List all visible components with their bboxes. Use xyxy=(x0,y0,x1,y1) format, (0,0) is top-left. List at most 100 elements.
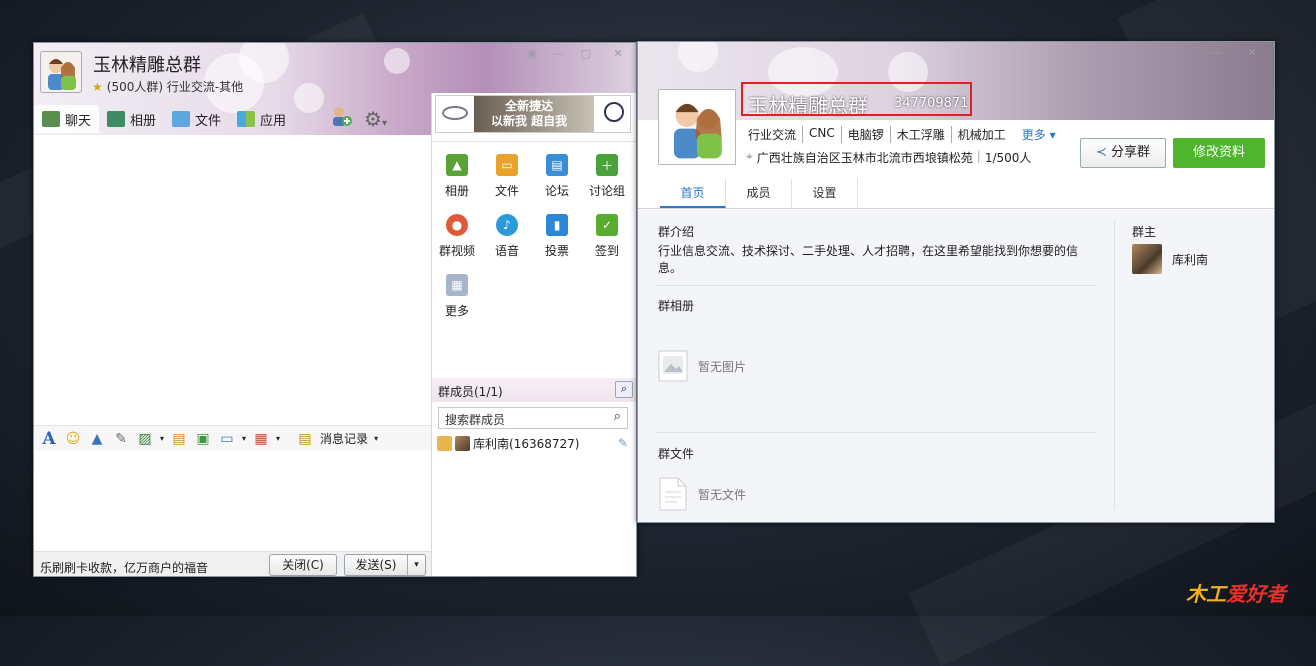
tab-album[interactable]: 相册 xyxy=(99,105,164,133)
shake-icon[interactable]: ▦ xyxy=(252,431,270,447)
app-checkin[interactable]: ✓ 签到 xyxy=(582,214,632,259)
minimize-button[interactable]: — xyxy=(1208,46,1224,60)
group-location: 广西壮族自治区玉林市北流市西埌镇松苑 xyxy=(756,151,973,165)
files-heading: 群文件 xyxy=(658,447,695,461)
share-icon: ≺ xyxy=(1095,145,1107,160)
app-voice[interactable]: ♪ 语音 xyxy=(482,214,532,259)
tab-files[interactable]: 文件 xyxy=(164,105,229,133)
chat-icon xyxy=(42,111,60,127)
edit-card-icon[interactable]: ✎ xyxy=(618,436,628,450)
owner-item[interactable]: 库利南 xyxy=(1132,244,1208,274)
tag-item: 电脑锣 xyxy=(842,126,891,143)
member-search-toggle-icon[interactable]: ⌕ xyxy=(615,381,633,398)
maximize-button[interactable]: ▢ xyxy=(578,47,594,61)
app-more[interactable]: ▦ 更多 xyxy=(432,274,482,319)
send-button[interactable]: 发送(S) ▾ xyxy=(344,554,426,576)
group-tags: 行业交流 CNC 电脑锣 木工浮雕 机械加工 更多 ▾ xyxy=(743,126,1056,143)
more-tags-label: 更多 xyxy=(1021,128,1046,142)
vw-logo xyxy=(604,102,624,122)
app-album-label: 相册 xyxy=(444,184,469,198)
screenshot-icon[interactable]: ▭ xyxy=(218,431,236,447)
profile-tabs: 首页 成员 设置 xyxy=(638,179,1274,209)
album-empty-state: 暂无图片 xyxy=(658,350,746,382)
banner-ad[interactable]: 全新捷达 以新我 超自我 xyxy=(435,95,631,133)
search-icon[interactable]: ⌕ xyxy=(614,409,621,424)
red-packet-icon[interactable]: ▣ xyxy=(194,431,212,447)
minimize-button[interactable]: — xyxy=(550,47,566,61)
tab-files-label: 文件 xyxy=(195,113,222,129)
app-forum[interactable]: ▤ 论坛 xyxy=(532,154,582,199)
close-button[interactable]: 关闭(C) xyxy=(269,554,337,576)
tab-members[interactable]: 成员 xyxy=(726,179,792,208)
picture-placeholder-icon xyxy=(658,350,688,382)
settings-gear-icon[interactable]: ⚙▾ xyxy=(364,107,387,131)
member-list-item[interactable]: 库利南(16368727) xyxy=(437,435,579,452)
video-app-icon: ● xyxy=(446,214,468,236)
ad-line2: 以新我 超自我 xyxy=(491,114,568,128)
app-vote[interactable]: ▮ 投票 xyxy=(532,214,582,259)
tab-chat-label: 聊天 xyxy=(65,113,92,129)
image-dropdown-icon[interactable]: ▾ xyxy=(160,434,164,443)
owner-avatar xyxy=(1132,244,1162,274)
ad-line1: 全新捷达 xyxy=(505,99,554,113)
app-files-label: 文件 xyxy=(494,184,519,198)
watermark-part2: 爱好者 xyxy=(1226,582,1286,606)
app-forum-label: 论坛 xyxy=(544,184,569,198)
album-heading: 群相册 xyxy=(658,299,695,313)
history-icon[interactable]: ▤ xyxy=(296,431,314,447)
owner-heading: 群主 xyxy=(1132,225,1157,239)
app-checkin-label: 签到 xyxy=(594,244,619,258)
message-area[interactable] xyxy=(34,135,431,425)
star-icon: ★ xyxy=(92,80,103,94)
members-header: 群成员(1/1) ⌕ xyxy=(432,378,636,402)
group-profile-window: — ✕ 玉林精雕总群 347709871 行业交流 CNC 电脑锣 木工浮雕 机… xyxy=(637,41,1275,523)
column-divider xyxy=(1114,220,1115,510)
font-icon[interactable]: A xyxy=(40,429,58,449)
ad-slogan-link[interactable]: 乐刷刷卡收款，亿万商户的福音 xyxy=(40,559,208,576)
highlight-box xyxy=(741,82,972,116)
screenshot-dropdown-icon[interactable]: ▾ xyxy=(242,434,246,443)
member-search-input[interactable]: 搜索群成员 ⌕ xyxy=(438,407,628,429)
app-discussion-label: 讨论组 xyxy=(588,184,625,198)
close-window-button[interactable]: ✕ xyxy=(1244,46,1260,60)
close-window-button[interactable]: ✕ xyxy=(610,47,626,61)
shake-dropdown-icon[interactable]: ▾ xyxy=(276,434,280,443)
forum-app-icon: ▤ xyxy=(546,154,568,176)
chat-footer: 乐刷刷卡收款，亿万商户的福音 关闭(C) 发送(S) ▾ xyxy=(34,551,431,576)
album-app-icon: ▲ xyxy=(446,154,468,176)
folder-app-icon: ▭ xyxy=(496,154,518,176)
send-options-dropdown[interactable]: ▾ xyxy=(407,555,425,575)
image-icon[interactable]: ▨ xyxy=(136,431,154,447)
magic-hat-icon[interactable]: ▲ xyxy=(88,431,106,447)
emoji-icon[interactable]: ☺ xyxy=(64,431,82,447)
message-history-button[interactable]: 消息记录 xyxy=(320,430,368,447)
document-placeholder-icon xyxy=(659,477,687,511)
apps-grid-icon xyxy=(237,111,256,127)
owner-name: 库利南 xyxy=(1172,252,1209,267)
message-input[interactable] xyxy=(34,451,431,551)
doodle-icon[interactable]: ✎ xyxy=(112,431,130,447)
folder-icon xyxy=(172,111,191,127)
share-group-button[interactable]: ≺ 分享群 xyxy=(1080,138,1166,168)
edit-profile-button[interactable]: 修改资料 xyxy=(1173,138,1265,168)
add-member-icon[interactable] xyxy=(330,105,352,127)
more-tags-link[interactable]: 更多 ▾ xyxy=(1012,126,1056,143)
group-avatar[interactable] xyxy=(40,51,82,93)
app-discussion[interactable]: ＋ 讨论组 xyxy=(582,154,632,199)
app-group-video[interactable]: ● 群视频 xyxy=(432,214,482,259)
app-album[interactable]: ▲ 相册 xyxy=(432,154,482,199)
tab-home[interactable]: 首页 xyxy=(660,179,726,208)
members-count: 群成员(1/1) xyxy=(438,385,503,399)
tab-chat[interactable]: 聊天 xyxy=(34,105,100,133)
tab-settings[interactable]: 设置 xyxy=(792,179,858,208)
input-toolbar: A ☺ ▲ ✎ ▨ ▾ ▤ ▣ ▭ ▾ ▦ ▾ ▤ 消息记录 ▾ xyxy=(34,425,431,451)
tab-apps[interactable]: 应用 xyxy=(229,105,294,133)
skin-icon[interactable]: ▣ xyxy=(524,47,540,61)
share-group-label: 分享群 xyxy=(1111,145,1151,160)
app-files[interactable]: ▭ 文件 xyxy=(482,154,532,199)
note-icon[interactable]: ▤ xyxy=(170,431,188,447)
tag-item: CNC xyxy=(803,126,842,143)
group-avatar-large[interactable] xyxy=(658,89,736,165)
history-dropdown-icon[interactable]: ▾ xyxy=(374,434,378,443)
discussion-app-icon: ＋ xyxy=(596,154,618,176)
